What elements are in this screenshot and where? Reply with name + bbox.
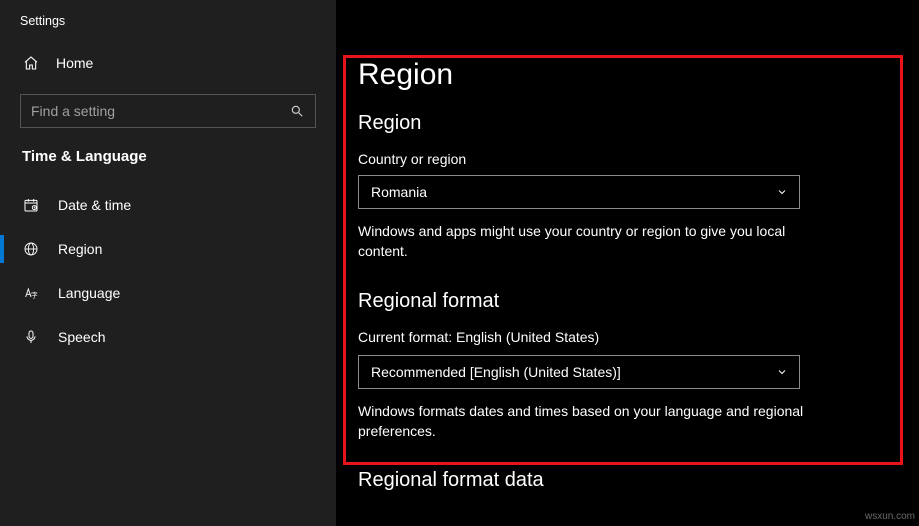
language-icon: 字 bbox=[22, 284, 40, 302]
search-wrap bbox=[0, 94, 336, 144]
country-select[interactable]: Romania bbox=[358, 175, 800, 209]
current-format-value: English (United States) bbox=[456, 329, 599, 345]
content-scroll: Region Region Country or region Romania … bbox=[336, 0, 886, 492]
country-hint: Windows and apps might use your country … bbox=[358, 221, 818, 262]
search-input[interactable] bbox=[31, 103, 289, 119]
section-label: Time & Language bbox=[0, 144, 336, 183]
current-format-line: Current format: English (United States) bbox=[358, 329, 886, 345]
region-heading: Region bbox=[358, 112, 886, 135]
home-label: Home bbox=[56, 55, 93, 71]
format-select[interactable]: Recommended [English (United States)] bbox=[358, 355, 800, 389]
search-box[interactable] bbox=[20, 94, 316, 128]
watermark: wsxun.com bbox=[865, 511, 915, 522]
chevron-down-icon bbox=[775, 185, 789, 199]
settings-app: Settings Home Time & Language bbox=[0, 0, 919, 526]
page-title: Region bbox=[358, 58, 886, 92]
format-heading: Regional format bbox=[358, 290, 886, 313]
calendar-icon bbox=[22, 196, 40, 214]
current-format-prefix: Current format: bbox=[358, 329, 456, 345]
sidebar-nav: Date & time Region 字 Language bbox=[0, 183, 336, 359]
search-icon bbox=[289, 103, 305, 119]
sidebar-item-label: Language bbox=[58, 285, 120, 301]
chevron-down-icon bbox=[775, 365, 789, 379]
sidebar-item-label: Region bbox=[58, 241, 102, 257]
sidebar-item-label: Speech bbox=[58, 329, 105, 345]
sidebar-item-label: Date & time bbox=[58, 197, 131, 213]
sidebar: Settings Home Time & Language bbox=[0, 0, 336, 526]
home-icon bbox=[22, 54, 40, 72]
globe-icon bbox=[22, 240, 40, 258]
sidebar-item-region[interactable]: Region bbox=[0, 227, 336, 271]
sidebar-item-speech[interactable]: Speech bbox=[0, 315, 336, 359]
microphone-icon bbox=[22, 328, 40, 346]
format-select-value: Recommended [English (United States)] bbox=[371, 364, 621, 380]
main-content: Region Region Country or region Romania … bbox=[336, 0, 919, 526]
svg-text:字: 字 bbox=[31, 291, 38, 300]
country-select-value: Romania bbox=[371, 184, 427, 200]
home-button[interactable]: Home bbox=[0, 46, 336, 80]
app-title: Settings bbox=[0, 10, 336, 46]
sidebar-item-date-time[interactable]: Date & time bbox=[0, 183, 336, 227]
format-data-heading: Regional format data bbox=[358, 469, 886, 492]
country-label: Country or region bbox=[358, 151, 886, 167]
sidebar-item-language[interactable]: 字 Language bbox=[0, 271, 336, 315]
format-hint: Windows formats dates and times based on… bbox=[358, 401, 818, 442]
